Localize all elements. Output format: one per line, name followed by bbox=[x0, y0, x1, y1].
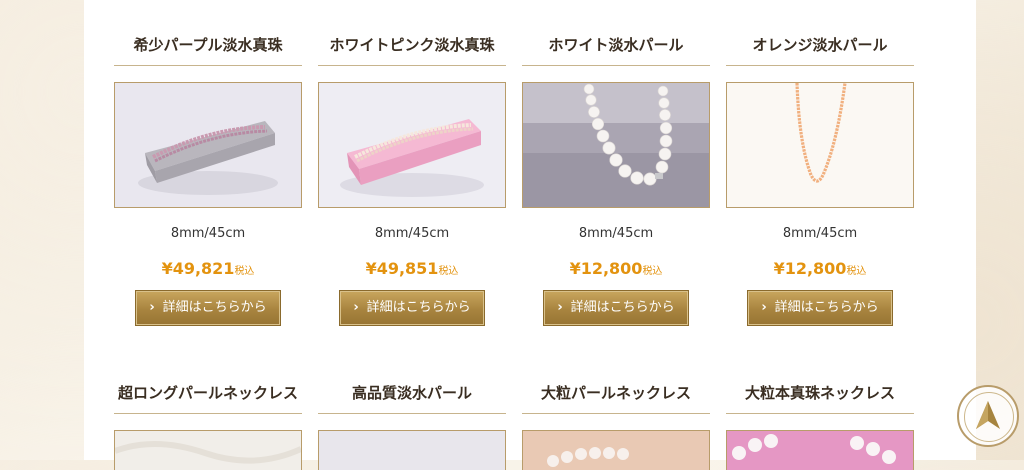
price-value: ¥12,800 bbox=[773, 259, 847, 278]
chevron-right-icon: › bbox=[353, 300, 359, 315]
details-button[interactable]: › 詳細はこちらから bbox=[543, 290, 689, 326]
chevron-right-icon: › bbox=[557, 300, 563, 315]
product-card: 高品質淡水パール bbox=[318, 348, 506, 470]
product-card: 大粒本真珠ネックレス bbox=[726, 348, 914, 470]
product-size: 8mm/45cm bbox=[578, 226, 654, 241]
product-image[interactable] bbox=[114, 82, 302, 208]
product-size: 8mm/45cm bbox=[374, 226, 450, 241]
product-image[interactable] bbox=[522, 430, 710, 470]
tax-label: 税込 bbox=[438, 266, 459, 277]
product-price: ¥12,800税込 bbox=[726, 259, 914, 278]
arrow-up-icon bbox=[976, 401, 1000, 429]
product-title: ホワイトピンク淡水真珠 bbox=[318, 0, 506, 66]
details-button-label: 詳細はこちらから bbox=[774, 300, 879, 315]
tax-label: 税込 bbox=[846, 266, 867, 277]
content-panel: 希少パープル淡水真珠 8mm/45cm ¥49,821税込 › 詳細はこちらから … bbox=[84, 0, 976, 470]
product-title: 大粒パールネックレス bbox=[522, 348, 710, 414]
product-size: 8mm/45cm bbox=[782, 226, 858, 241]
product-card: 大粒パールネックレス bbox=[522, 348, 710, 470]
product-card: オレンジ淡水パール 8mm/45cm ¥12,800税込 › 詳細はこちらから bbox=[726, 0, 914, 326]
product-title: ホワイト淡水パール bbox=[522, 0, 710, 66]
details-button[interactable]: › 詳細はこちらから bbox=[135, 290, 281, 326]
product-card: 希少パープル淡水真珠 8mm/45cm ¥49,821税込 › 詳細はこちらから bbox=[114, 0, 302, 326]
product-image[interactable] bbox=[522, 82, 710, 208]
product-card: ホワイト淡水パール 8mm/45cm ¥12,800税込 › 詳細はこちらから bbox=[522, 0, 710, 326]
details-button-label: 詳細はこちらから bbox=[570, 300, 675, 315]
details-button-label: 詳細はこちらから bbox=[162, 300, 267, 315]
product-title: 高品質淡水パール bbox=[318, 348, 506, 414]
product-title: 超ロングパールネックレス bbox=[114, 348, 302, 414]
tax-label: 税込 bbox=[234, 266, 255, 277]
details-button[interactable]: › 詳細はこちらから bbox=[747, 290, 893, 326]
product-price: ¥12,800税込 bbox=[522, 259, 710, 278]
product-price: ¥49,851税込 bbox=[318, 259, 506, 278]
price-value: ¥49,821 bbox=[161, 259, 235, 278]
chevron-right-icon: › bbox=[761, 300, 767, 315]
product-image[interactable] bbox=[318, 82, 506, 208]
price-value: ¥12,800 bbox=[569, 259, 643, 278]
product-card: ホワイトピンク淡水真珠 8mm/45cm ¥49,851税込 › 詳細はこちらから bbox=[318, 0, 506, 326]
product-grid-row-2: 超ロングパールネックレス 高品質淡水パール 大粒パールネックレス 大粒本真珠ネッ… bbox=[114, 348, 914, 470]
tax-label: 税込 bbox=[642, 266, 663, 277]
product-price: ¥49,821税込 bbox=[114, 259, 302, 278]
page-top-button[interactable] bbox=[957, 385, 1019, 447]
chevron-right-icon: › bbox=[149, 300, 155, 315]
details-button[interactable]: › 詳細はこちらから bbox=[339, 290, 485, 326]
product-image[interactable] bbox=[726, 82, 914, 208]
product-image[interactable] bbox=[114, 430, 302, 470]
product-size: 8mm/45cm bbox=[170, 226, 246, 241]
product-title: 希少パープル淡水真珠 bbox=[114, 0, 302, 66]
product-title: 大粒本真珠ネックレス bbox=[726, 348, 914, 414]
product-title: オレンジ淡水パール bbox=[726, 0, 914, 66]
product-image[interactable] bbox=[318, 430, 506, 470]
product-card: 超ロングパールネックレス bbox=[114, 348, 302, 470]
product-image[interactable] bbox=[726, 430, 914, 470]
product-grid-row-1: 希少パープル淡水真珠 8mm/45cm ¥49,821税込 › 詳細はこちらから … bbox=[114, 0, 914, 326]
details-button-label: 詳細はこちらから bbox=[366, 300, 471, 315]
price-value: ¥49,851 bbox=[365, 259, 439, 278]
